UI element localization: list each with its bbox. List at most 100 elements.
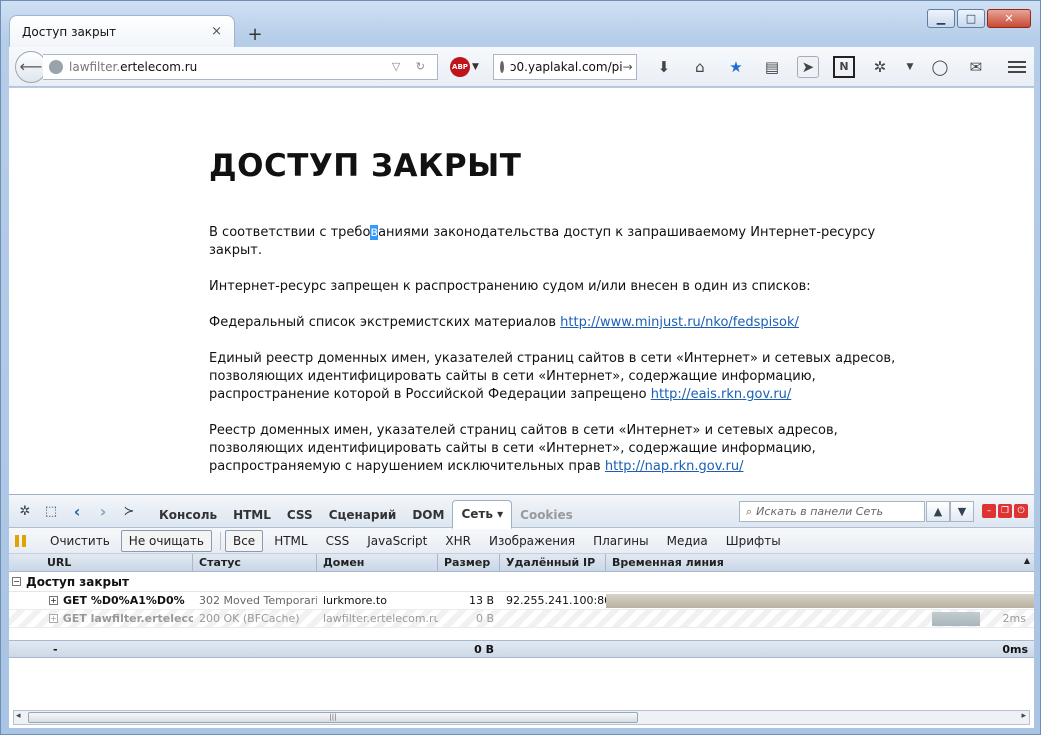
send-icon[interactable]: ➤ <box>796 55 819 78</box>
clear-button[interactable]: Очистить <box>43 531 117 551</box>
download-icon[interactable]: ⬇ <box>653 56 675 78</box>
summary-size: 0 B <box>474 642 494 656</box>
chat-bubble-icon[interactable]: ◯ <box>929 56 951 78</box>
search-icon <box>499 60 504 73</box>
expand-icon[interactable]: + <box>49 614 58 623</box>
group-title: Доступ закрыт <box>26 574 129 589</box>
filter-javascript[interactable]: JavaScript <box>360 531 434 551</box>
expand-icon[interactable]: + <box>49 596 58 605</box>
adblock-icon[interactable]: ABP <box>450 56 470 77</box>
nav-toolbar: ⟵ lawfilter. ertelecom.ru ▽ ↻ ABP ▼ ɔ0.ya… <box>9 47 1034 87</box>
close-window-button[interactable]: ✕ <box>987 9 1031 28</box>
filter-media[interactable]: Медиа <box>660 531 715 551</box>
paragraph-copyright-registry: Реестр доменных имен, указателей страниц… <box>209 422 909 476</box>
filter-images[interactable]: Изображения <box>482 531 582 551</box>
firebug-close-icon[interactable]: ⏻ <box>1014 504 1028 518</box>
search-prev-icon[interactable]: ▲ <box>926 501 950 522</box>
firebug-dropdown-icon[interactable]: ▼ <box>905 56 915 78</box>
request-timeline: 2ms <box>606 610 1034 628</box>
firebug-logo-icon[interactable]: ✲ <box>15 501 35 521</box>
url-prefix: lawfilter. <box>69 59 121 74</box>
firebug-tabs: Консоль HTML CSS Сценарий DOM Сеть ▾ Coo… <box>151 495 581 529</box>
bookmark-star-icon[interactable]: ★ <box>725 56 747 78</box>
menu-icon[interactable] <box>1004 56 1030 78</box>
tab-bar: Доступ закрыт × + <box>9 15 271 47</box>
column-remote-ip[interactable]: Удалённый IP <box>500 554 606 571</box>
scrollbar-thumb[interactable]: ||| <box>28 712 638 723</box>
tab-html[interactable]: HTML <box>225 502 279 528</box>
table-row[interactable]: + GET %D0%A1%D0% 302 Moved Temporarily lu… <box>9 592 1034 610</box>
link-minjust[interactable]: http://www.minjust.ru/nko/fedspisok/ <box>560 315 799 330</box>
net-summary-row: - 0 B 0ms <box>9 640 1034 658</box>
firebug-toolbar: ✲ ⬚ ‹ › ≻ Консоль HTML CSS Сценарий DOM … <box>9 495 1034 529</box>
n-extension-icon[interactable]: N <box>832 55 855 78</box>
persist-button[interactable]: Не очищать <box>120 529 212 552</box>
column-status[interactable]: Статус <box>193 554 317 571</box>
command-line-icon[interactable]: ≻ <box>119 501 139 521</box>
browser-window: ▁ □ ✕ Доступ закрыт × + ⟵ lawfilter. erte… <box>0 0 1041 735</box>
search-value: ɔ0.yaplakal.com/pi <box>509 59 623 74</box>
firebug-panel: ✲ ⬚ ‹ › ≻ Консоль HTML CSS Сценарий DOM … <box>9 494 1034 728</box>
document: ДОСТУП ЗАКРЫТ В соответствии с требовани… <box>209 146 909 494</box>
url-bar[interactable]: lawfilter. ertelecom.ru ▽ ↻ <box>43 53 438 80</box>
column-timeline-label: Временная линия <box>612 556 724 569</box>
horizontal-scrollbar[interactable]: ◂ ||| ▸ <box>13 710 1030 725</box>
scroll-right-icon[interactable]: ▸ <box>1021 711 1026 721</box>
minimize-button[interactable]: ▁ <box>927 9 955 28</box>
scroll-left-icon[interactable]: ◂ <box>16 711 21 721</box>
column-domain[interactable]: Домен <box>317 554 438 571</box>
tab-cookies[interactable]: Cookies <box>512 502 581 528</box>
search-input[interactable]: ɔ0.yaplakal.com/pi → <box>492 53 637 80</box>
maximize-button[interactable]: □ <box>957 9 985 28</box>
request-url: + GET lawfilter.erteleco <box>9 612 193 625</box>
home-icon[interactable]: ⌂ <box>689 56 711 78</box>
tab-net[interactable]: Сеть ▾ <box>452 499 513 529</box>
request-url-text: GET lawfilter.erteleco <box>62 612 193 625</box>
pause-icon[interactable] <box>15 532 31 550</box>
filter-all[interactable]: Все <box>224 529 264 552</box>
paragraph-federal-list: Федеральный список экстремистских матери… <box>209 314 909 332</box>
url-domain: ertelecom.ru <box>120 59 198 74</box>
request-group[interactable]: − Доступ закрыт <box>9 572 1034 592</box>
tab-script[interactable]: Сценарий <box>321 502 405 528</box>
filter-plugins[interactable]: Плагины <box>586 531 655 551</box>
tab-active[interactable]: Доступ закрыт × <box>9 15 235 47</box>
filter-fonts[interactable]: Шрифты <box>719 531 788 551</box>
page-heading: ДОСТУП ЗАКРЫТ <box>209 148 522 184</box>
search-nav: ▲ ▼ <box>926 501 974 522</box>
firebug-search-input[interactable]: ⌕ Искать в панели Сеть <box>739 501 925 522</box>
filter-xhr[interactable]: XHR <box>438 531 478 551</box>
request-url-text: GET %D0%A1%D0% <box>63 594 185 607</box>
p3-text: Федеральный список экстремистских матери… <box>209 315 561 330</box>
filter-css[interactable]: CSS <box>319 531 357 551</box>
mail-icon[interactable]: ✉ <box>965 56 987 78</box>
tab-close-icon[interactable]: × <box>211 24 222 39</box>
column-url[interactable]: URL <box>9 554 193 571</box>
back-arrow-icon: ⟵ <box>19 57 43 76</box>
collapse-icon[interactable]: − <box>12 577 21 586</box>
tab-console[interactable]: Консоль <box>151 502 225 528</box>
back-chevron-icon[interactable]: ‹ <box>67 501 87 521</box>
inspect-icon[interactable]: ⬚ <box>41 501 61 521</box>
firebug-icon[interactable]: ✲ <box>869 56 891 78</box>
link-eais[interactable]: http://eais.rkn.gov.ru/ <box>651 387 792 402</box>
globe-icon <box>49 59 63 74</box>
link-nap[interactable]: http://nap.rkn.gov.ru/ <box>605 459 744 474</box>
column-timeline[interactable]: Временная линия ▲ <box>606 554 1034 571</box>
forward-chevron-icon[interactable]: › <box>93 501 113 521</box>
tab-css[interactable]: CSS <box>279 502 321 528</box>
url-dropdown-reload-icon[interactable]: ▽ ↻ <box>392 60 431 73</box>
bookmarks-list-icon[interactable]: ▤ <box>761 56 783 78</box>
search-next-icon[interactable]: ▼ <box>950 501 974 522</box>
net-filter-bar: Очистить Не очищать Все HTML CSS JavaScr… <box>9 528 1034 554</box>
firebug-minimize-icon[interactable]: – <box>982 504 996 518</box>
tab-dom[interactable]: DOM <box>404 502 452 528</box>
column-size[interactable]: Размер <box>438 554 500 571</box>
new-tab-button[interactable]: + <box>239 21 271 47</box>
search-go-icon[interactable]: → <box>623 60 633 74</box>
filter-html[interactable]: HTML <box>267 531 314 551</box>
adblock-dropdown-icon[interactable]: ▼ <box>472 62 479 72</box>
table-row[interactable]: + GET lawfilter.erteleco 200 OK (BFCache)… <box>9 610 1034 628</box>
firebug-detach-icon[interactable]: ❐ <box>998 504 1012 518</box>
search-icon: ⌕ <box>746 504 753 518</box>
